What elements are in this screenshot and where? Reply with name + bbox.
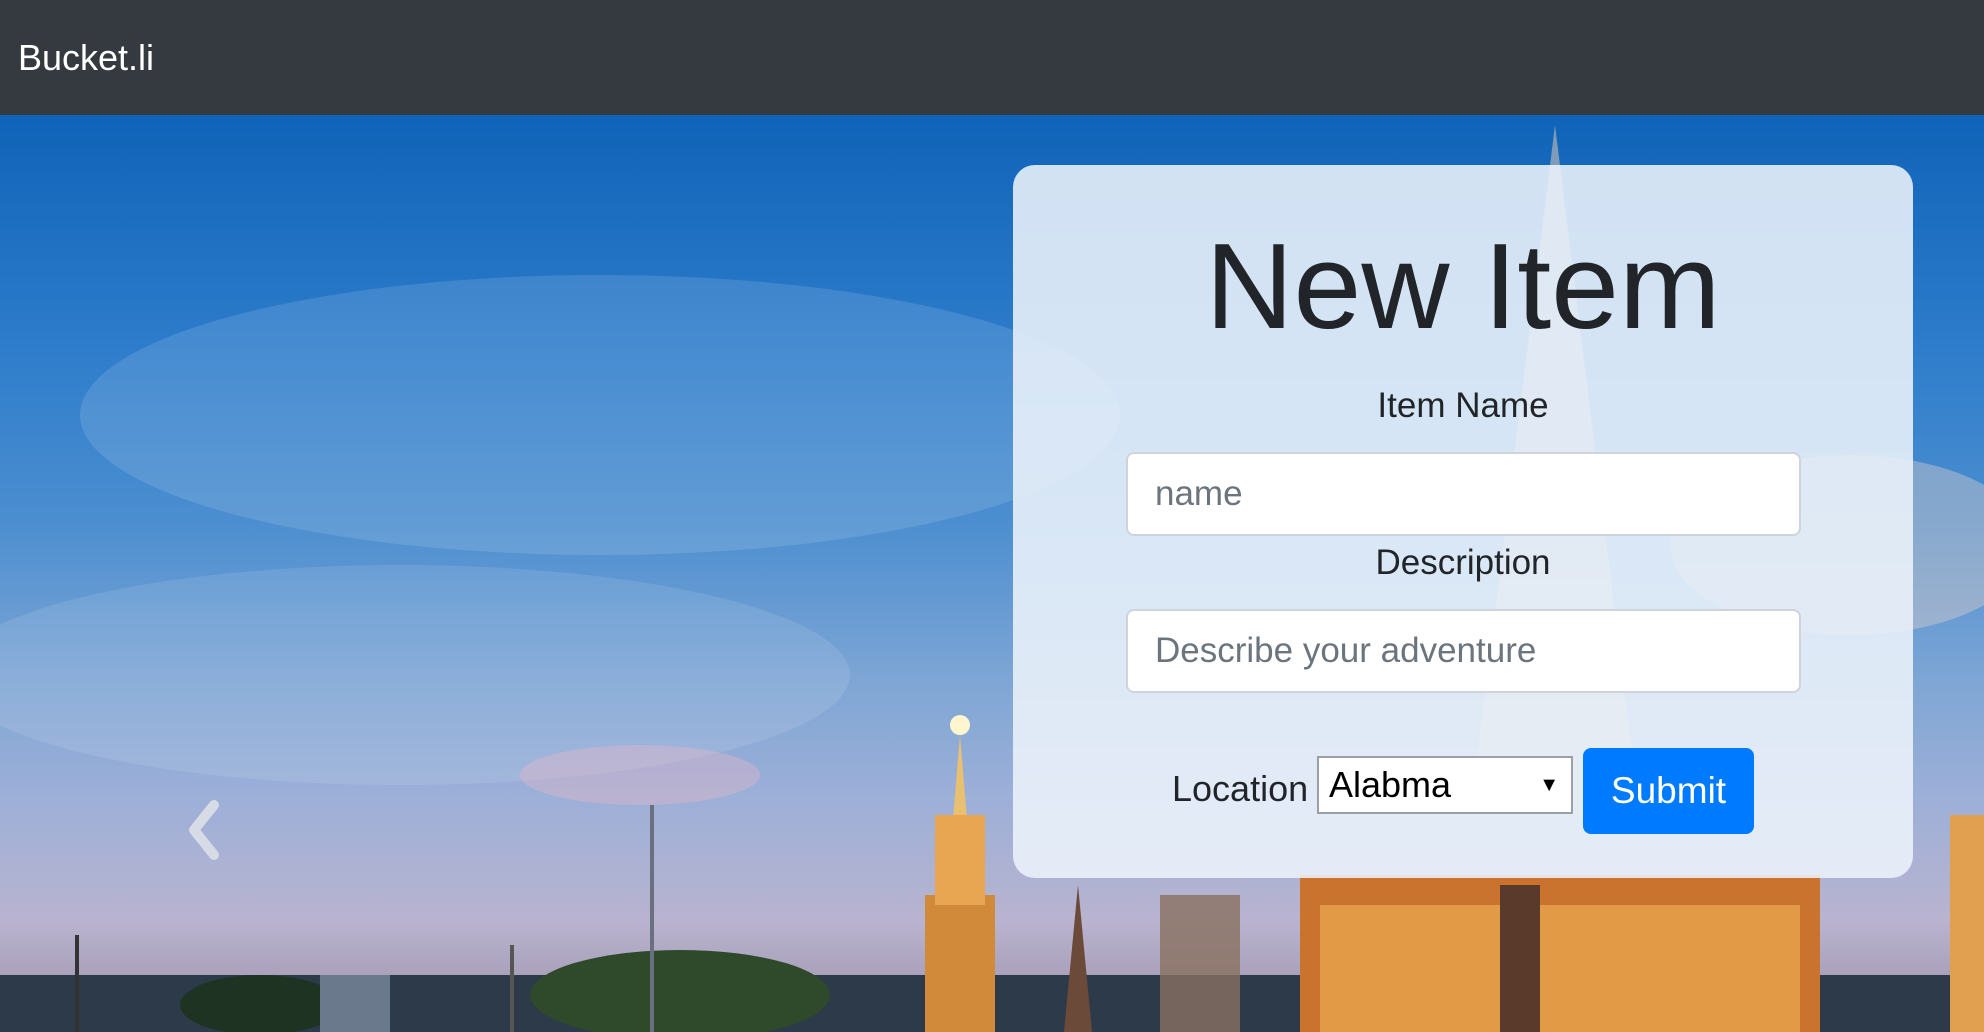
brand-link[interactable]: Bucket.li	[18, 37, 154, 79]
chevron-left-icon[interactable]	[180, 795, 230, 865]
item-name-input[interactable]	[1126, 452, 1801, 536]
location-label: Location	[1172, 768, 1309, 809]
description-input[interactable]	[1126, 609, 1801, 693]
new-item-card: New Item Item Name Description Location …	[1013, 165, 1913, 878]
description-label: Description	[1375, 543, 1551, 582]
submit-button[interactable]: Submit	[1583, 748, 1754, 834]
location-select[interactable]: Alabma ▼	[1317, 756, 1573, 814]
location-row: Location Alabma ▼ Submit	[1013, 748, 1913, 834]
page-title: New Item	[1205, 218, 1721, 354]
location-selected-value: Alabma	[1329, 764, 1452, 805]
navbar: Bucket.li	[0, 0, 1984, 115]
dropdown-arrow-icon: ▼	[1539, 774, 1559, 796]
item-name-label: Item Name	[1377, 386, 1549, 425]
